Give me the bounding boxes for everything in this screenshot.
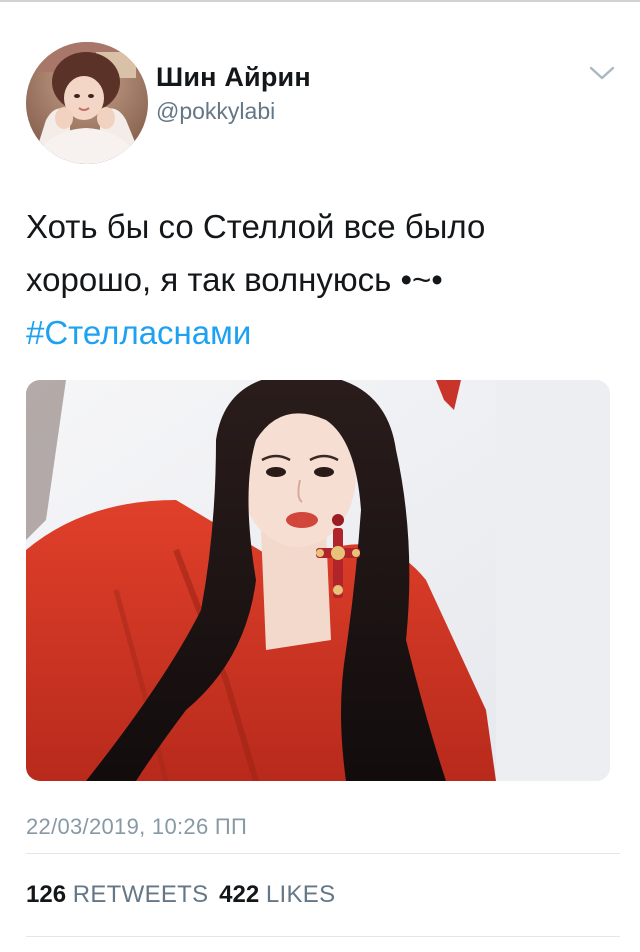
hashtag-link[interactable]: #Стелласнами xyxy=(26,306,616,359)
author-block: Шин Айрин @pokkylabi xyxy=(156,60,311,126)
tweet-text: Хоть бы со Стеллой все было хорошо, я та… xyxy=(26,200,616,359)
divider xyxy=(26,853,620,854)
tweet-stats: 126 RETWEETS 422 LIKES xyxy=(26,879,339,911)
media-photo xyxy=(26,380,610,781)
chevron-down-icon[interactable] xyxy=(588,62,616,84)
likes-stat[interactable]: 422 LIKES xyxy=(219,881,339,908)
retweets-stat[interactable]: 126 RETWEETS xyxy=(26,881,219,908)
tweet-header: Шин Айрин @pokkylabi xyxy=(26,42,616,166)
retweets-label: RETWEETS xyxy=(72,881,209,908)
divider xyxy=(26,936,620,937)
tweet-text-line-2: хорошо, я так волнуюсь •~• xyxy=(26,261,443,298)
likes-label: LIKES xyxy=(265,881,336,908)
tweet-text-line-1: Хоть бы со Стеллой все было xyxy=(26,208,486,245)
likes-count: 422 xyxy=(219,881,260,908)
author-handle[interactable]: @pokkylabi xyxy=(156,96,311,126)
retweets-count: 126 xyxy=(26,881,67,908)
avatar[interactable] xyxy=(26,42,148,164)
avatar-photo xyxy=(26,42,148,164)
tweet-media-image[interactable] xyxy=(26,380,610,781)
tweet-page: Шин Айрин @pokkylabi Хоть бы со Стеллой … xyxy=(0,0,640,952)
top-divider xyxy=(0,0,640,2)
tweet-timestamp[interactable]: 22/03/2019, 10:26 ПП xyxy=(26,812,247,842)
author-name[interactable]: Шин Айрин xyxy=(156,60,311,94)
